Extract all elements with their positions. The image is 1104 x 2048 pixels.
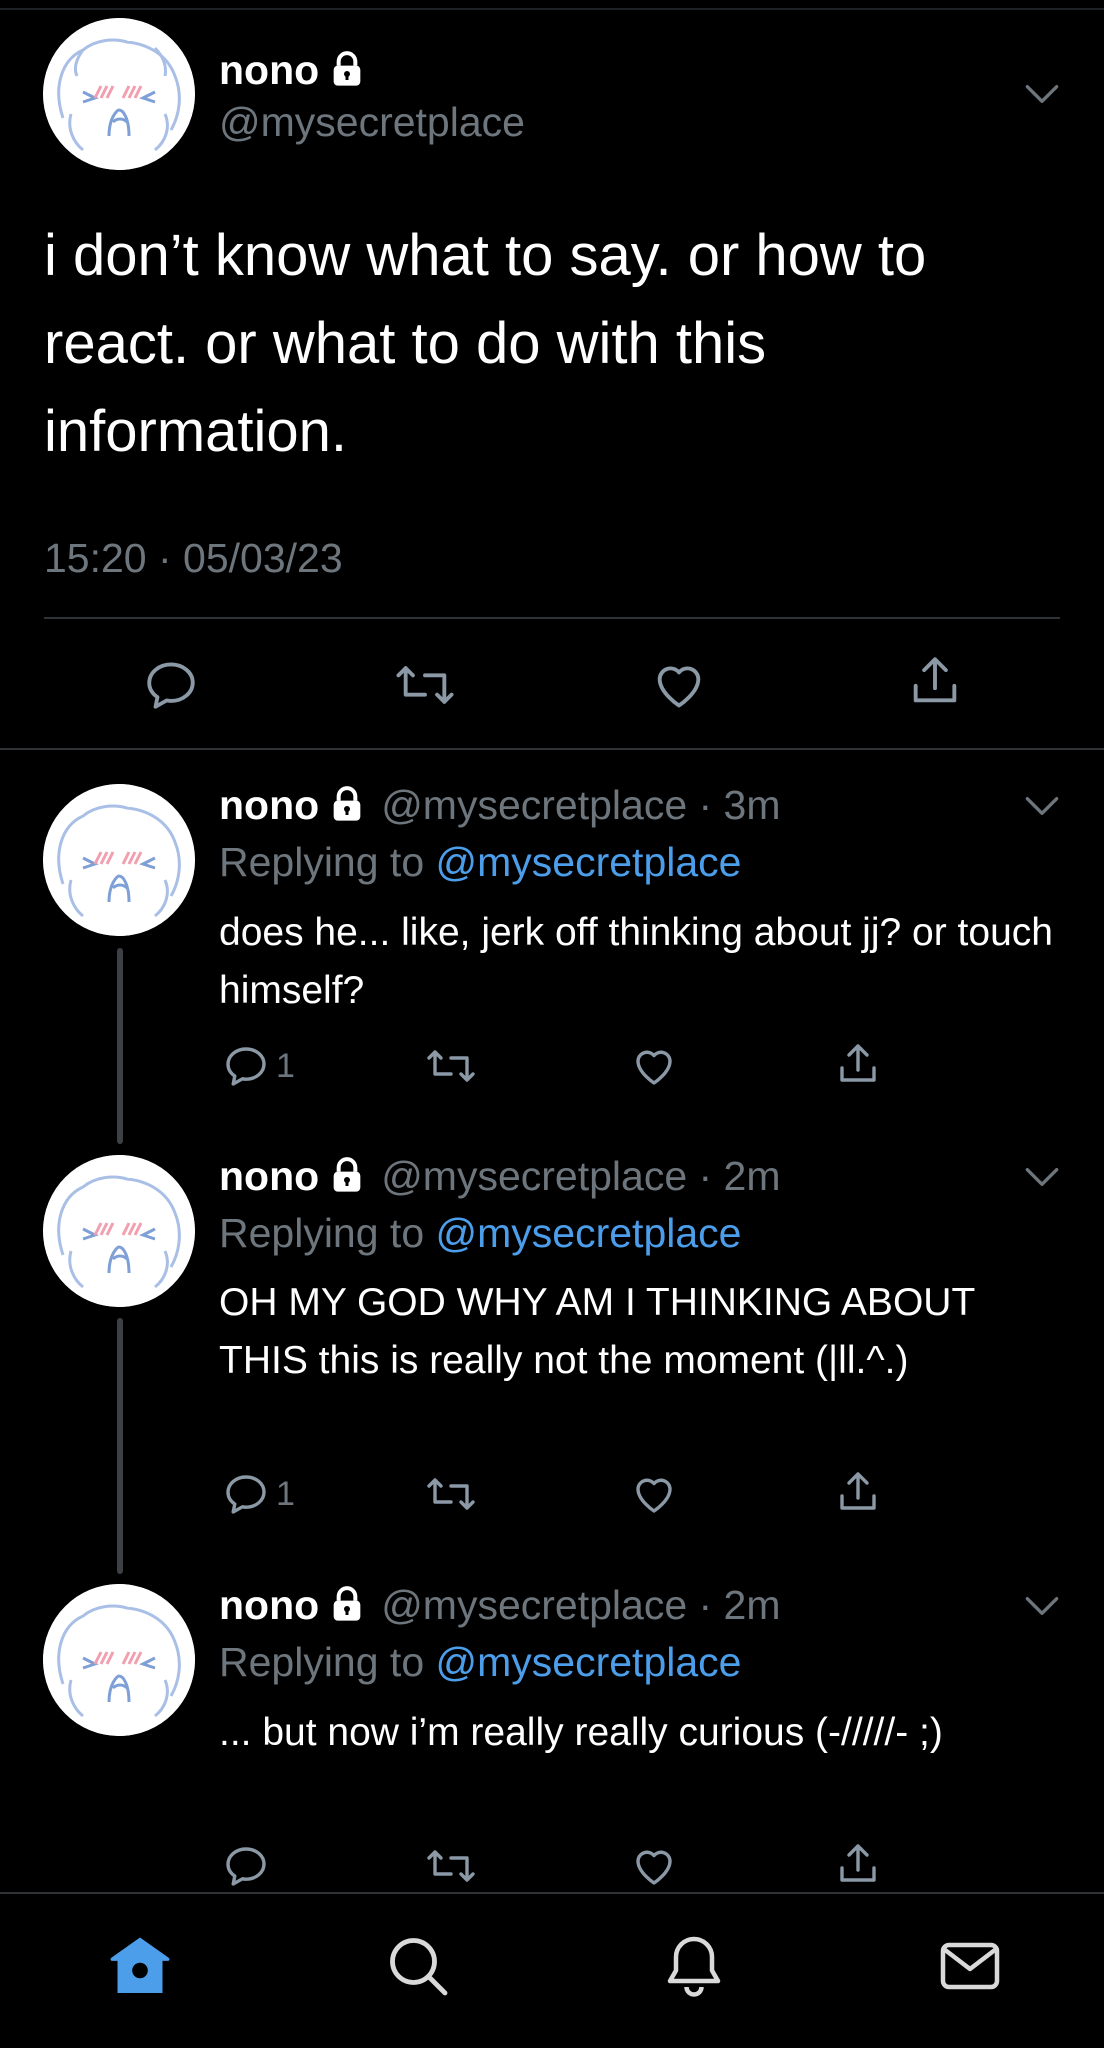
share-button[interactable]	[834, 1040, 882, 1088]
author-handle[interactable]: @mysecretplace	[219, 96, 525, 148]
tweet-timestamp[interactable]: 15:20 · 05/03/23	[44, 530, 343, 586]
reply-header: nono @mysecretplace · 3m	[219, 779, 781, 831]
replying-to: Replying to @mysecretplace	[219, 1207, 741, 1259]
tab-messages[interactable]	[934, 1930, 1006, 2002]
tab-home[interactable]	[104, 1930, 176, 2002]
reply-text: ... but now i’m really really curious (-…	[219, 1711, 943, 1754]
divider	[0, 748, 1104, 750]
replying-to-label: Replying to	[219, 1210, 436, 1256]
share-button[interactable]	[834, 1468, 882, 1516]
retweet-button[interactable]	[424, 1842, 478, 1890]
author-name[interactable]: nono	[219, 782, 319, 828]
replying-to-label: Replying to	[219, 839, 436, 885]
lock-icon	[327, 784, 367, 824]
reply-button[interactable]	[222, 1842, 270, 1890]
avatar[interactable]	[43, 1584, 195, 1736]
tab-search[interactable]	[382, 1930, 454, 2002]
home-icon	[110, 1937, 170, 1993]
like-icon	[657, 666, 701, 708]
reply-icon	[226, 1047, 266, 1086]
avatar[interactable]	[43, 18, 195, 170]
retweet-button[interactable]	[424, 1042, 478, 1090]
tweet-text: i don’t know what to say. or how to reac…	[44, 223, 927, 464]
chevron-down-icon[interactable]	[1020, 784, 1064, 828]
avatar[interactable]	[43, 784, 195, 936]
reply-text: OH MY GOD WHY AM I THINKING ABOUT THIS t…	[219, 1281, 975, 1382]
avatar-illustration	[43, 18, 195, 170]
thread-line	[117, 1318, 123, 1574]
retweet-button[interactable]	[424, 1470, 478, 1518]
avatar-illustration	[43, 1584, 195, 1736]
retweet-icon	[396, 666, 454, 704]
like-icon	[636, 1050, 672, 1085]
like-button[interactable]	[650, 656, 708, 714]
top-divider	[0, 8, 1104, 10]
notifications-icon	[667, 1936, 721, 1997]
author-handle-time[interactable]: @mysecretplace · 2m	[381, 1153, 780, 1199]
retweet-button[interactable]	[393, 656, 457, 714]
author-name[interactable]: nono	[219, 44, 367, 96]
avatar-illustration	[43, 784, 195, 936]
author-name[interactable]: nono	[219, 1153, 319, 1199]
retweet-icon	[427, 1050, 475, 1082]
like-button[interactable]	[630, 1842, 678, 1890]
reply-button[interactable]: 1	[222, 1042, 295, 1090]
like-button[interactable]	[630, 1470, 678, 1518]
tab-notifications[interactable]	[658, 1930, 730, 2002]
thread-line	[117, 948, 123, 1144]
author-handle-time[interactable]: @mysecretplace · 2m	[381, 1582, 780, 1628]
like-icon	[636, 1478, 672, 1513]
replying-to: Replying to @mysecretplace	[219, 836, 741, 888]
retweet-icon	[427, 1478, 475, 1510]
reply-icon	[147, 662, 195, 709]
mention-link[interactable]: @mysecretplace	[436, 1639, 742, 1685]
bottom-tab-bar	[0, 1894, 1104, 2048]
replying-to: Replying to @mysecretplace	[219, 1636, 741, 1688]
share-icon	[840, 1844, 876, 1882]
reply-text: does he... like, jerk off thinking about…	[219, 911, 1053, 1012]
share-button[interactable]	[834, 1840, 882, 1888]
chevron-down-icon[interactable]	[1020, 1155, 1064, 1199]
author-name-text: nono	[219, 47, 320, 93]
lock-icon	[327, 1155, 367, 1195]
retweet-icon	[427, 1850, 475, 1882]
like-icon	[636, 1850, 672, 1885]
reply-count: 1	[276, 1474, 295, 1513]
reply-button[interactable]: 1	[222, 1470, 295, 1518]
author-name[interactable]: nono	[219, 1582, 319, 1628]
author-handle-time[interactable]: @mysecretplace · 3m	[381, 782, 780, 828]
share-icon	[840, 1472, 876, 1510]
reply-header: nono @mysecretplace · 2m	[219, 1150, 781, 1202]
share-icon	[913, 657, 957, 703]
avatar-illustration	[43, 1155, 195, 1307]
lock-icon	[327, 1584, 367, 1624]
messages-icon	[940, 1942, 1000, 1990]
reply-icon	[226, 1475, 266, 1514]
chevron-down-icon[interactable]	[1020, 72, 1064, 116]
chevron-down-icon[interactable]	[1020, 1584, 1064, 1628]
reply-count: 1	[276, 1046, 295, 1085]
lock-icon	[327, 49, 367, 89]
like-button[interactable]	[630, 1042, 678, 1090]
avatar[interactable]	[43, 1155, 195, 1307]
reply-button[interactable]	[142, 656, 200, 714]
search-icon	[390, 1938, 448, 1996]
share-icon	[840, 1044, 876, 1082]
mention-link[interactable]: @mysecretplace	[436, 839, 742, 885]
mention-link[interactable]: @mysecretplace	[436, 1210, 742, 1256]
reply-header: nono @mysecretplace · 2m	[219, 1579, 781, 1631]
share-button[interactable]	[906, 652, 964, 710]
reply-icon	[226, 1847, 266, 1886]
tweet-thread-page: nono @mysecretplace i don’t know what to…	[0, 0, 1104, 2048]
divider	[44, 617, 1060, 619]
replying-to-label: Replying to	[219, 1639, 436, 1685]
